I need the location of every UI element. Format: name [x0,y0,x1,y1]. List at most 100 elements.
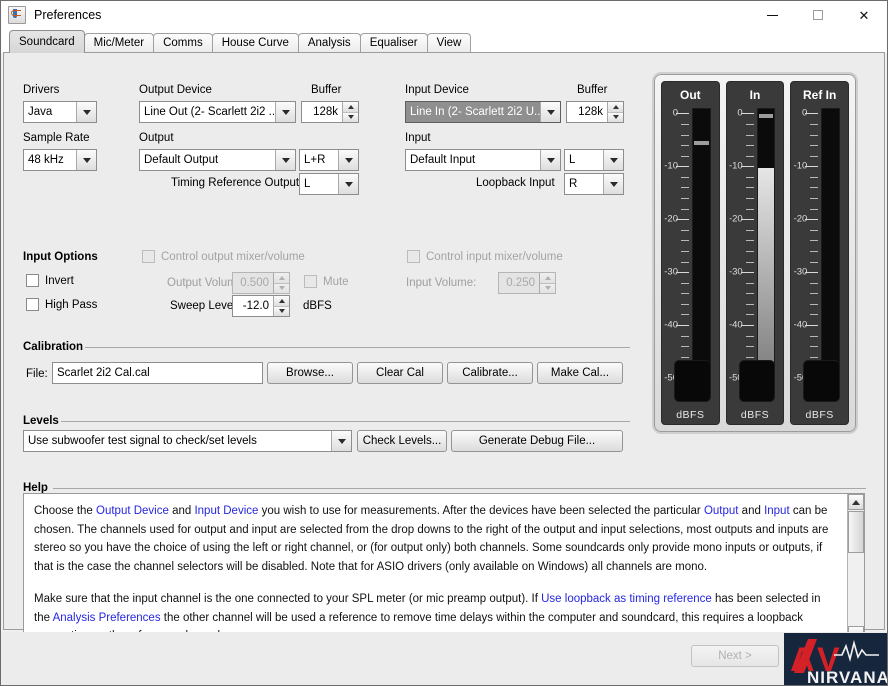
meter-tick-minor [810,145,819,147]
meter-ref-in-unit: dBFS [805,409,834,421]
tab-analysis[interactable]: Analysis [297,33,361,53]
meter-tick-minor [681,261,689,263]
spinner-down-button[interactable] [608,112,623,122]
help-text-run: Make sure that the input channel is the … [34,593,542,605]
tab-equaliser[interactable]: Equaliser [359,33,428,53]
output-channel-combo[interactable]: L+R [299,149,359,171]
meter-tick-major [740,113,754,115]
meter-out-bar [692,108,711,378]
meter-in-scale: 0 -10 -20 -30 -40 -50 [727,108,784,384]
help-link[interactable]: Output Device [96,505,169,517]
help-text-run: Choose the [34,505,97,517]
browse-button[interactable]: Browse... [267,362,353,384]
input-combo[interactable]: Default Input [405,149,561,171]
meter-tick-minor [681,229,689,231]
meter-in-title: In [749,88,761,102]
meter-tick-major [740,166,754,168]
meter-tick-major [805,325,819,327]
spinner-up-button[interactable] [343,102,358,113]
meter-in-bar [756,108,776,378]
scroll-up-button[interactable] [848,494,864,510]
close-icon: ✕ [858,7,870,23]
sample-rate-combo[interactable]: 48 kHz [23,149,97,171]
input-channel-combo[interactable]: L [564,149,624,171]
meter-tick-minor [810,282,819,284]
checkbox-box [142,250,155,263]
loopback-input-label: Loopback Input [476,177,555,189]
output-label: Output [139,132,174,144]
next-button[interactable]: Next > [691,645,779,667]
meter-tick-minor [745,123,754,125]
drivers-combo[interactable]: Java [23,101,97,123]
minimize-button[interactable] [749,1,795,29]
meter-tick-minor [681,282,689,284]
invert-checkbox[interactable]: Invert [26,274,74,287]
checkbox-box [407,250,420,263]
meter-tick-minor [681,314,689,316]
tab-house-curve[interactable]: House Curve [211,33,299,53]
output-buffer-spinner[interactable]: 128k [301,101,359,123]
help-link[interactable]: Analysis Preferences [53,612,161,624]
svg-text:NIRVANA: NIRVANA [807,668,887,686]
help-link[interactable]: Use loopback as timing reference [541,593,712,605]
spinner-down-button[interactable] [343,112,358,122]
input-volume-label: Input Volume: [406,277,477,289]
spinner-down-button[interactable] [274,306,289,316]
output-combo[interactable]: Default Output [139,149,296,171]
calibrate-button[interactable]: Calibrate... [447,362,533,384]
timing-reference-output-combo[interactable]: L [299,173,359,195]
meter-ref-in-scale: 0 -10 -20 -30 -40 -50 [791,108,848,384]
high-pass-checkbox[interactable]: High Pass [26,298,97,311]
calibration-title: Calibration [23,341,84,353]
calibration-file-input[interactable]: Scarlet 2i2 Cal.cal [52,362,263,384]
checkbox-box [26,274,39,287]
generate-debug-file-button[interactable]: Generate Debug File... [451,430,623,452]
meter-tick-minor [810,176,819,178]
chevron-down-icon [275,102,295,122]
output-volume-spinner: 0.500 [232,272,290,294]
tab-view[interactable]: View [426,33,472,53]
clear-cal-button[interactable]: Clear Cal [357,362,443,384]
meter-in-ticks [740,108,754,379]
control-output-mixer-label: Control output mixer/volume [161,250,305,263]
make-cal-button[interactable]: Make Cal... [537,362,623,384]
check-levels-button[interactable]: Check Levels... [357,430,447,452]
meter-tick-minor [745,282,754,284]
meter-tick-minor [745,346,754,348]
help-scrollbar[interactable] [847,494,864,642]
input-device-combo[interactable]: Line In (2- Scarlett 2i2 U... [405,101,561,123]
tab-comms[interactable]: Comms [153,33,213,53]
loopback-input-combo[interactable]: R [564,173,624,195]
java-coffee-icon [8,6,26,24]
chevron-down-icon [540,150,560,170]
meter-tick-minor [745,176,754,178]
help-link[interactable]: Output [704,505,739,517]
input-label: Input [405,132,431,144]
tab-mic-meter[interactable]: Mic/Meter [83,33,155,53]
meter-tick-minor [681,293,689,295]
spinner-up-button[interactable] [608,102,623,113]
meter-tick-minor [681,123,689,125]
close-button[interactable]: ✕ [841,1,887,29]
help-text: Choose the Output Device and Input Devic… [24,494,847,642]
output-device-combo[interactable]: Line Out (2- Scarlett 2i2 ... [139,101,296,123]
meter-in-peak [758,114,774,119]
spinner-up-button[interactable] [274,296,289,307]
input-volume-spinner: 0.250 [498,272,556,294]
input-buffer-label: Buffer [577,84,608,96]
meter-tick-minor [745,293,754,295]
meter-tick-minor [810,346,819,348]
tab-soundcard[interactable]: Soundcard [9,30,85,53]
spinner-down-button [540,283,555,293]
levels-select-combo[interactable]: Use subwoofer test signal to check/set l… [23,430,352,452]
scrollbar-thumb[interactable] [848,511,864,553]
meter-ref-in-title: Ref In [803,88,837,102]
input-buffer-spinner[interactable]: 128k [566,101,624,123]
chevron-down-icon [338,150,358,170]
maximize-button[interactable] [795,1,841,29]
sweep-level-spinner[interactable]: -12.0 [232,295,290,317]
help-link[interactable]: Input [764,505,790,517]
meter-tick-minor [745,145,754,147]
help-link[interactable]: Input Device [194,505,258,517]
checkbox-box [26,298,39,311]
